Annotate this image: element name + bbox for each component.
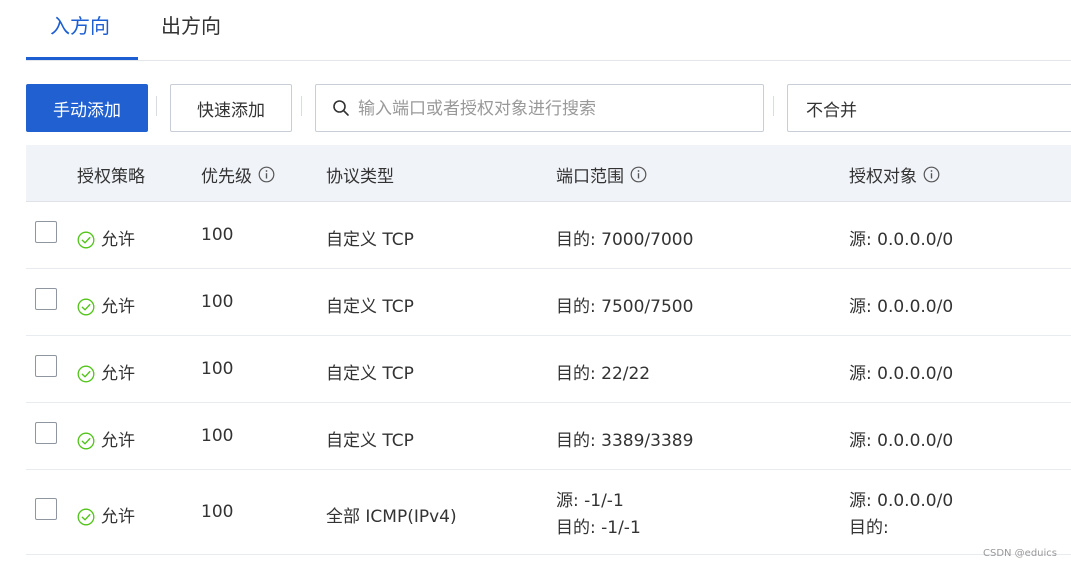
search-icon [333,100,349,116]
column-label: 优先级 [201,167,252,187]
row-checkbox[interactable] [35,221,57,243]
target-cell: 源: 0.0.0.0/0 [849,359,953,384]
protocol-cell: 自定义 TCP [326,431,414,451]
check-circle-icon [77,432,95,449]
row-checkbox[interactable] [35,355,57,377]
row-checkbox[interactable] [35,288,57,310]
port-range-line: 目的: 7500/7500 [556,297,694,317]
target-cell: 源: 0.0.0.0/0 [849,426,953,451]
toolbar: 手动添加 快速添加 不合并 [26,84,1071,132]
toolbar-divider [156,96,157,116]
policy-cell: 允许 [77,502,135,527]
priority-cell: 100 [201,292,234,312]
column-label: 协议类型 [326,167,394,187]
policy-text: 允许 [101,431,135,451]
search-input[interactable] [356,95,750,123]
port-range-line: 源: -1/-1 [556,491,624,511]
quick-add-button[interactable]: 快速添加 [170,84,292,132]
manual-add-button[interactable]: 手动添加 [26,84,148,132]
search-box [315,84,764,132]
target-line: 目的: [849,518,889,538]
column-header-priority: 优先级 [201,162,275,187]
check-circle-icon [77,298,95,315]
port-range-cell: 目的: 7500/7500 [556,292,693,317]
policy-cell: 允许 [77,359,135,384]
tab-outbound[interactable]: 出方向 [161,10,221,39]
watermark: CSDN @eduics [982,548,1057,559]
port-range-cell: 目的: 22/22 [556,359,650,384]
column-label: 端口范围 [556,167,624,187]
port-range-line: 目的: 22/22 [556,364,651,384]
port-range-line: 目的: -1/-1 [556,518,641,538]
active-tab-underline [26,57,138,60]
target-cell: 源: 0.0.0.0/0 [849,225,953,250]
protocol-cell: 自定义 TCP [326,364,414,384]
column-label: 授权策略 [77,167,145,187]
column-header-policy: 授权策略 [77,162,145,187]
row-checkbox[interactable] [35,422,57,444]
priority-cell: 100 [201,359,234,379]
target-line: 源: 0.0.0.0/0 [849,364,954,384]
toolbar-divider [773,96,774,116]
port-range-cell: 目的: 3389/3389 [556,426,693,451]
policy-text: 允许 [101,297,135,317]
table-row: 允许 100 自定义 TCP 目的: 7500/7500 源: 0.0.0.0/… [26,269,1071,336]
target-line: 源: 0.0.0.0/0 [849,491,954,511]
priority-cell: 100 [201,502,234,522]
target-line: 源: 0.0.0.0/0 [849,297,954,317]
policy-text: 允许 [101,230,135,250]
policy-cell: 允许 [77,426,135,451]
check-circle-icon [77,508,95,525]
info-icon[interactable] [630,166,647,183]
direction-tabs: 入方向 出方向 [26,0,1071,61]
table-header: 授权策略 优先级 协议类型 端口范围 授权对象 [26,145,1071,202]
port-range-cell: 目的: 7000/7000 [556,225,693,250]
table-row: 允许 100 全部 ICMP(IPv4) 源: -1/-1 目的: -1/-1 … [26,470,1071,555]
check-circle-icon [77,231,95,248]
row-checkbox[interactable] [35,498,57,520]
table-row: 允许 100 自定义 TCP 目的: 3389/3389 源: 0.0.0.0/… [26,403,1071,470]
protocol-cell: 自定义 TCP [326,297,414,317]
column-header-target: 授权对象 [849,162,940,187]
protocol-cell: 自定义 TCP [326,230,414,250]
table-row: 允许 100 自定义 TCP 目的: 22/22 源: 0.0.0.0/0 [26,336,1071,403]
priority-cell: 100 [201,225,234,245]
protocol-cell: 全部 ICMP(IPv4) [326,507,457,527]
target-cell: 源: 0.0.0.0/0 目的: [849,488,953,542]
policy-text: 允许 [101,507,135,527]
rules-table: 授权策略 优先级 协议类型 端口范围 授权对象 允许 100 自定义 TCP 目… [26,145,1071,555]
policy-cell: 允许 [77,292,135,317]
target-line: 源: 0.0.0.0/0 [849,230,954,250]
policy-text: 允许 [101,364,135,384]
table-row: 允许 100 自定义 TCP 目的: 7000/7000 源: 0.0.0.0/… [26,202,1071,269]
toolbar-divider [301,96,302,116]
column-header-protocol: 协议类型 [326,162,394,187]
port-range-line: 目的: 7000/7000 [556,230,694,250]
port-range-line: 目的: 3389/3389 [556,431,694,451]
column-label: 授权对象 [849,167,917,187]
target-cell: 源: 0.0.0.0/0 [849,292,953,317]
info-icon[interactable] [258,166,275,183]
tab-inbound[interactable]: 入方向 [50,10,110,39]
merge-select[interactable]: 不合并 [787,84,1071,132]
target-line: 源: 0.0.0.0/0 [849,431,954,451]
check-circle-icon [77,365,95,382]
column-header-port-range: 端口范围 [556,162,647,187]
info-icon[interactable] [923,166,940,183]
port-range-cell: 源: -1/-1 目的: -1/-1 [556,488,641,542]
priority-cell: 100 [201,426,234,446]
policy-cell: 允许 [77,225,135,250]
